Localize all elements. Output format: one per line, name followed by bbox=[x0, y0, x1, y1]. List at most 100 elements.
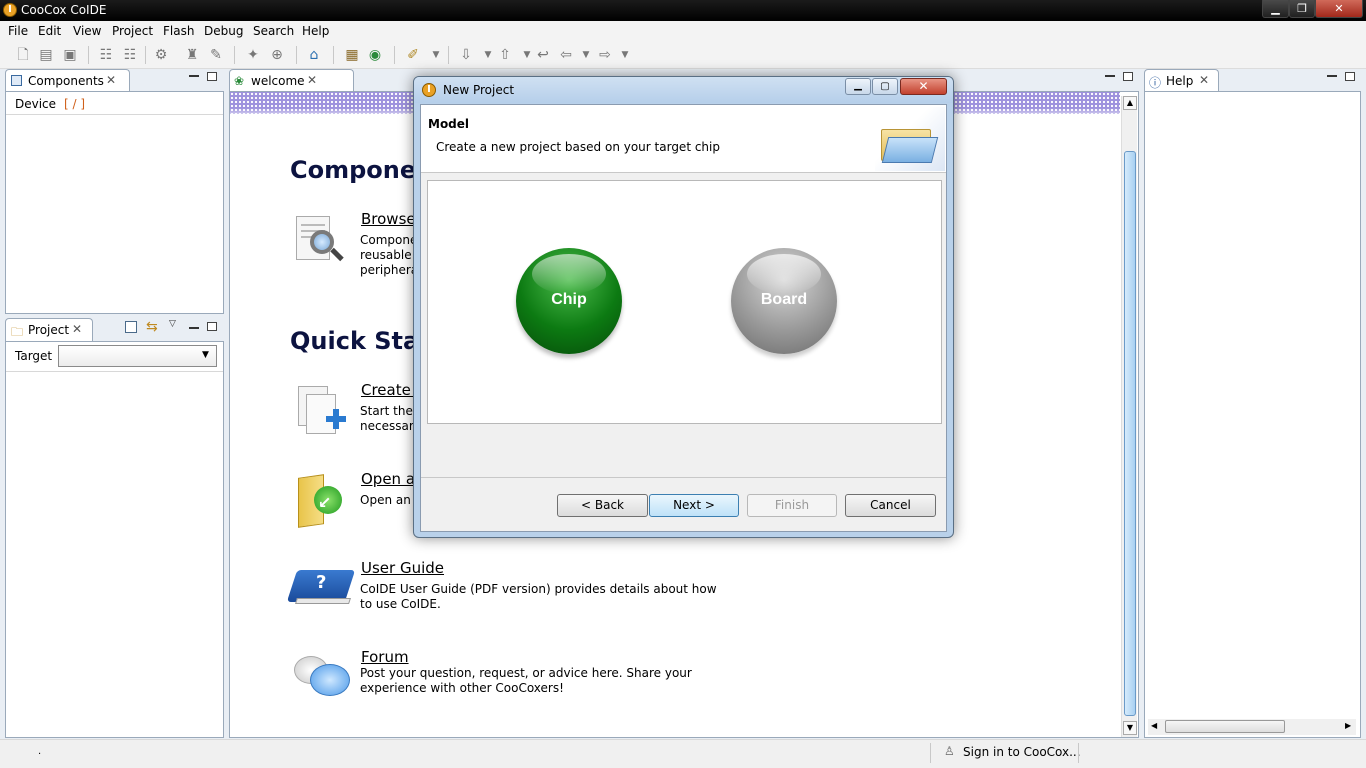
help-tab-label: Help bbox=[1166, 74, 1194, 88]
home-icon[interactable]: ⌂ bbox=[306, 47, 322, 63]
document-icon[interactable]: ▤ bbox=[38, 47, 54, 63]
next-button[interactable]: Next > bbox=[649, 494, 739, 517]
repository-icon[interactable]: ◉ bbox=[367, 47, 383, 63]
dialog-maximize-button[interactable]: ▢ bbox=[872, 78, 898, 95]
open-project-link[interactable]: Open a bbox=[361, 470, 415, 488]
app-icon: I bbox=[422, 83, 436, 97]
close-icon[interactable]: ✕ bbox=[307, 73, 317, 87]
toolbar-separator bbox=[333, 46, 334, 64]
target-label: Target bbox=[15, 349, 53, 363]
device-value[interactable]: [ / ] bbox=[64, 97, 85, 111]
collapse-all-icon[interactable] bbox=[125, 321, 137, 333]
link-editor-icon[interactable]: ⇆ bbox=[146, 319, 158, 335]
close-button[interactable]: ✕ bbox=[1315, 0, 1363, 18]
minimize-icon[interactable] bbox=[189, 75, 199, 77]
menu-edit[interactable]: Edit bbox=[38, 24, 61, 38]
cancel-button[interactable]: Cancel bbox=[845, 494, 936, 517]
menu-file[interactable]: File bbox=[8, 24, 28, 38]
next-annotation-icon[interactable]: ⇩ bbox=[458, 47, 474, 63]
menu-view[interactable]: View bbox=[73, 24, 101, 38]
target-select[interactable]: ▼ bbox=[58, 345, 217, 367]
menu-debug[interactable]: Debug bbox=[204, 24, 243, 38]
tab-help[interactable]: ⓘ Help ✕ bbox=[1144, 69, 1219, 92]
sign-in-link[interactable]: Sign in to CooCox... bbox=[963, 745, 1081, 759]
open-project-icon: ↙ bbox=[298, 472, 346, 530]
browse-desc-1: Compone bbox=[360, 233, 418, 247]
new-file-icon[interactable]: 🗋 bbox=[15, 47, 31, 63]
dialog-minimize-button[interactable]: ▁ bbox=[845, 78, 871, 95]
board-button[interactable]: Board bbox=[731, 248, 837, 354]
user-guide-link[interactable]: User Guide bbox=[361, 559, 444, 577]
save-icon[interactable]: ▣ bbox=[62, 47, 78, 63]
grid-icon[interactable]: ▦ bbox=[344, 47, 360, 63]
dialog-divider bbox=[421, 477, 946, 478]
menu-help[interactable]: Help bbox=[302, 24, 329, 38]
book-icon: ? bbox=[286, 562, 356, 610]
forward-arrow-icon[interactable]: ⇨ bbox=[597, 47, 613, 63]
configure-icon[interactable]: ⚙ bbox=[153, 47, 169, 63]
chip-button[interactable]: Chip bbox=[516, 248, 622, 354]
toolbar-separator bbox=[88, 46, 89, 64]
close-icon[interactable]: ✕ bbox=[1199, 73, 1209, 87]
new-project-dialog: I New Project ▁ ▢ ✕ Model Create a new p… bbox=[413, 76, 954, 538]
build-icon[interactable]: ☷ bbox=[98, 47, 114, 63]
chevron-down-icon[interactable]: ▼ bbox=[428, 47, 444, 63]
board-label: Board bbox=[760, 291, 808, 308]
model-selection-area: Chip Board bbox=[427, 180, 942, 424]
tab-welcome[interactable]: ❀ welcome ✕ bbox=[229, 69, 354, 92]
scroll-left-icon[interactable]: ◀ bbox=[1151, 721, 1157, 730]
device-label: Device bbox=[15, 97, 57, 111]
forum-link[interactable]: Forum bbox=[361, 648, 409, 666]
scroll-thumb[interactable] bbox=[1165, 720, 1285, 733]
toolbar-separator bbox=[234, 46, 235, 64]
browse-link[interactable]: Browse bbox=[361, 210, 416, 228]
status-text: . bbox=[38, 746, 42, 757]
scroll-right-icon[interactable]: ▶ bbox=[1345, 721, 1351, 730]
menu-bar: File Edit View Project Flash Debug Searc… bbox=[0, 21, 1366, 41]
menu-search[interactable]: Search bbox=[253, 24, 294, 38]
chevron-down-icon[interactable]: ▼ bbox=[519, 47, 535, 63]
help-icon: ⓘ bbox=[1149, 76, 1162, 90]
prev-annotation-icon[interactable]: ⇧ bbox=[497, 47, 513, 63]
scroll-down-icon[interactable]: ▼ bbox=[1123, 721, 1137, 735]
download-icon[interactable]: ♜ bbox=[184, 47, 200, 63]
menu-flash[interactable]: Flash bbox=[163, 24, 194, 38]
erase-icon[interactable]: ✎ bbox=[208, 47, 224, 63]
minimize-button[interactable]: ▁ bbox=[1262, 0, 1289, 18]
minimize-icon[interactable] bbox=[1105, 75, 1115, 77]
status-separator bbox=[930, 743, 931, 763]
chevron-down-icon[interactable]: ▼ bbox=[578, 47, 594, 63]
close-icon[interactable]: ✕ bbox=[106, 73, 116, 87]
back-arrow-icon[interactable]: ⇦ bbox=[558, 47, 574, 63]
restore-button[interactable]: ❐ bbox=[1289, 0, 1315, 18]
target-icon[interactable]: ⊕ bbox=[269, 47, 285, 63]
scroll-thumb[interactable] bbox=[1124, 151, 1136, 716]
forum-icon bbox=[294, 652, 354, 702]
vertical-scrollbar[interactable]: ▲ ▼ bbox=[1121, 96, 1137, 737]
scroll-up-icon[interactable]: ▲ bbox=[1123, 96, 1137, 110]
finish-button[interactable]: Finish bbox=[747, 494, 837, 517]
chevron-down-icon[interactable]: ▼ bbox=[480, 47, 496, 63]
tools-icon[interactable]: ✐ bbox=[405, 47, 421, 63]
back-button[interactable]: < Back bbox=[557, 494, 648, 517]
maximize-icon[interactable] bbox=[1345, 72, 1355, 81]
components-tab-label: Components bbox=[28, 74, 104, 88]
dialog-title-bar: I New Project ▁ ▢ ✕ bbox=[414, 77, 953, 103]
menu-project[interactable]: Project bbox=[112, 24, 153, 38]
maximize-icon[interactable] bbox=[1123, 72, 1133, 81]
chevron-down-icon[interactable]: ▼ bbox=[617, 47, 633, 63]
view-menu-icon[interactable]: ▽ bbox=[169, 319, 176, 329]
close-icon[interactable]: ✕ bbox=[72, 322, 82, 336]
maximize-icon[interactable] bbox=[207, 72, 217, 81]
maximize-icon[interactable] bbox=[207, 322, 217, 331]
minimize-icon[interactable] bbox=[1327, 75, 1337, 77]
horizontal-scrollbar[interactable]: ◀ ▶ bbox=[1148, 719, 1356, 735]
dialog-close-button[interactable]: ✕ bbox=[900, 78, 947, 95]
debug-icon[interactable]: ✦ bbox=[245, 47, 261, 63]
toolbar-separator bbox=[448, 46, 449, 64]
tab-components[interactable]: Components ✕ bbox=[5, 69, 130, 92]
minimize-icon[interactable] bbox=[189, 327, 199, 329]
last-edit-icon[interactable]: ↩ bbox=[535, 47, 551, 63]
tab-project[interactable]: 🗀 Project ✕ bbox=[5, 318, 93, 341]
rebuild-icon[interactable]: ☷ bbox=[122, 47, 138, 63]
